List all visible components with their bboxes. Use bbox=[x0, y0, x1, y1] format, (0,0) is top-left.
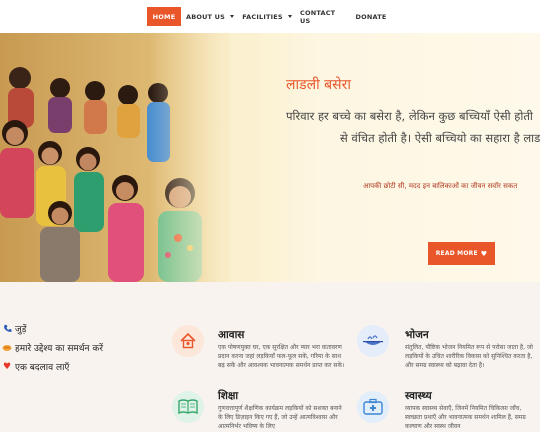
handshake-icon bbox=[2, 343, 12, 353]
nav-donate[interactable]: DONATE bbox=[354, 7, 388, 26]
chevron-down-icon bbox=[230, 15, 235, 18]
phone-icon bbox=[2, 324, 12, 334]
side-link-support-label: हमारे उद्देश्य का समर्थन करें bbox=[15, 344, 103, 354]
nav-facilities[interactable]: FACILITIES bbox=[242, 7, 292, 26]
heart-icon: ♥ bbox=[2, 361, 12, 372]
food-icon bbox=[357, 325, 389, 357]
nav-home-label: HOME bbox=[152, 12, 176, 21]
hero-tagline: आपकी छोटी सी, मदद इन बालिकाओं का जीवन सव… bbox=[363, 182, 518, 190]
chevron-down-icon bbox=[287, 15, 292, 18]
hero-banner: लाडली बसेरा परिवार हर बच्चे का बसेरा है,… bbox=[0, 33, 540, 282]
nav-donate-label: DONATE bbox=[355, 12, 387, 21]
side-link-change-label: एक बदलाव लाएँ bbox=[15, 363, 70, 373]
side-link-join-label: जुड़ें bbox=[15, 325, 27, 335]
feature-education-title: शिक्षा bbox=[218, 390, 239, 402]
nav-facilities-label: FACILITIES bbox=[242, 12, 283, 21]
read-more-label: READ MORE bbox=[435, 250, 478, 257]
top-navigation: HOME ABOUT US FACILITIES CONTACT US DONA… bbox=[0, 0, 540, 33]
house-icon bbox=[172, 325, 204, 357]
book-icon bbox=[172, 391, 204, 423]
hero-photo-fade bbox=[150, 33, 250, 282]
nav-about-label: ABOUT US bbox=[185, 12, 226, 21]
feature-food-text: संतुलित, पौष्टिक भोजन नियमित रूप से परोस… bbox=[405, 344, 533, 370]
hero-description-line1: परिवार हर बच्चे का बसेरा है, लेकिन कुछ ब… bbox=[286, 109, 533, 123]
feature-housing-text: एक पोषणयुक्त घर, एक सुरक्षित और प्यार भर… bbox=[218, 344, 345, 370]
feature-education-text: गुणवत्तापूर्ण शैक्षणिक कार्यक्रम लड़कियो… bbox=[218, 405, 342, 431]
feature-food-title: भोजन bbox=[405, 329, 429, 341]
nav-home[interactable]: HOME bbox=[147, 7, 181, 26]
feature-health-title: स्वास्थ्य bbox=[405, 390, 432, 402]
nav-contact-label: CONTACT US bbox=[300, 8, 336, 25]
feature-housing-title: आवास bbox=[218, 329, 245, 341]
heart-icon: ♥ bbox=[480, 249, 488, 258]
side-link-support[interactable]: हमारे उद्देश्य का समर्थन करें bbox=[2, 341, 103, 354]
side-link-join[interactable]: जुड़ें bbox=[2, 322, 27, 335]
nav-about-us[interactable]: ABOUT US bbox=[185, 7, 235, 26]
facilities-section: जुड़ें हमारे उद्देश्य का समर्थन करें ♥ ए… bbox=[0, 282, 540, 432]
read-more-button[interactable]: READ MORE ♥ bbox=[428, 242, 495, 265]
hero-title: लाडली बसेरा bbox=[286, 77, 351, 93]
medical-kit-icon bbox=[357, 391, 389, 423]
feature-health-text: व्यापक स्वास्थ्य सेवाएँ, जिनमें नियमित च… bbox=[405, 405, 526, 431]
side-link-change[interactable]: ♥ एक बदलाव लाएँ bbox=[2, 360, 70, 374]
nav-contact-us[interactable]: CONTACT US bbox=[300, 7, 346, 26]
hero-description-line2: से वंचित होती है। ऐसी बच्चियो का सहारा ह… bbox=[340, 131, 540, 145]
